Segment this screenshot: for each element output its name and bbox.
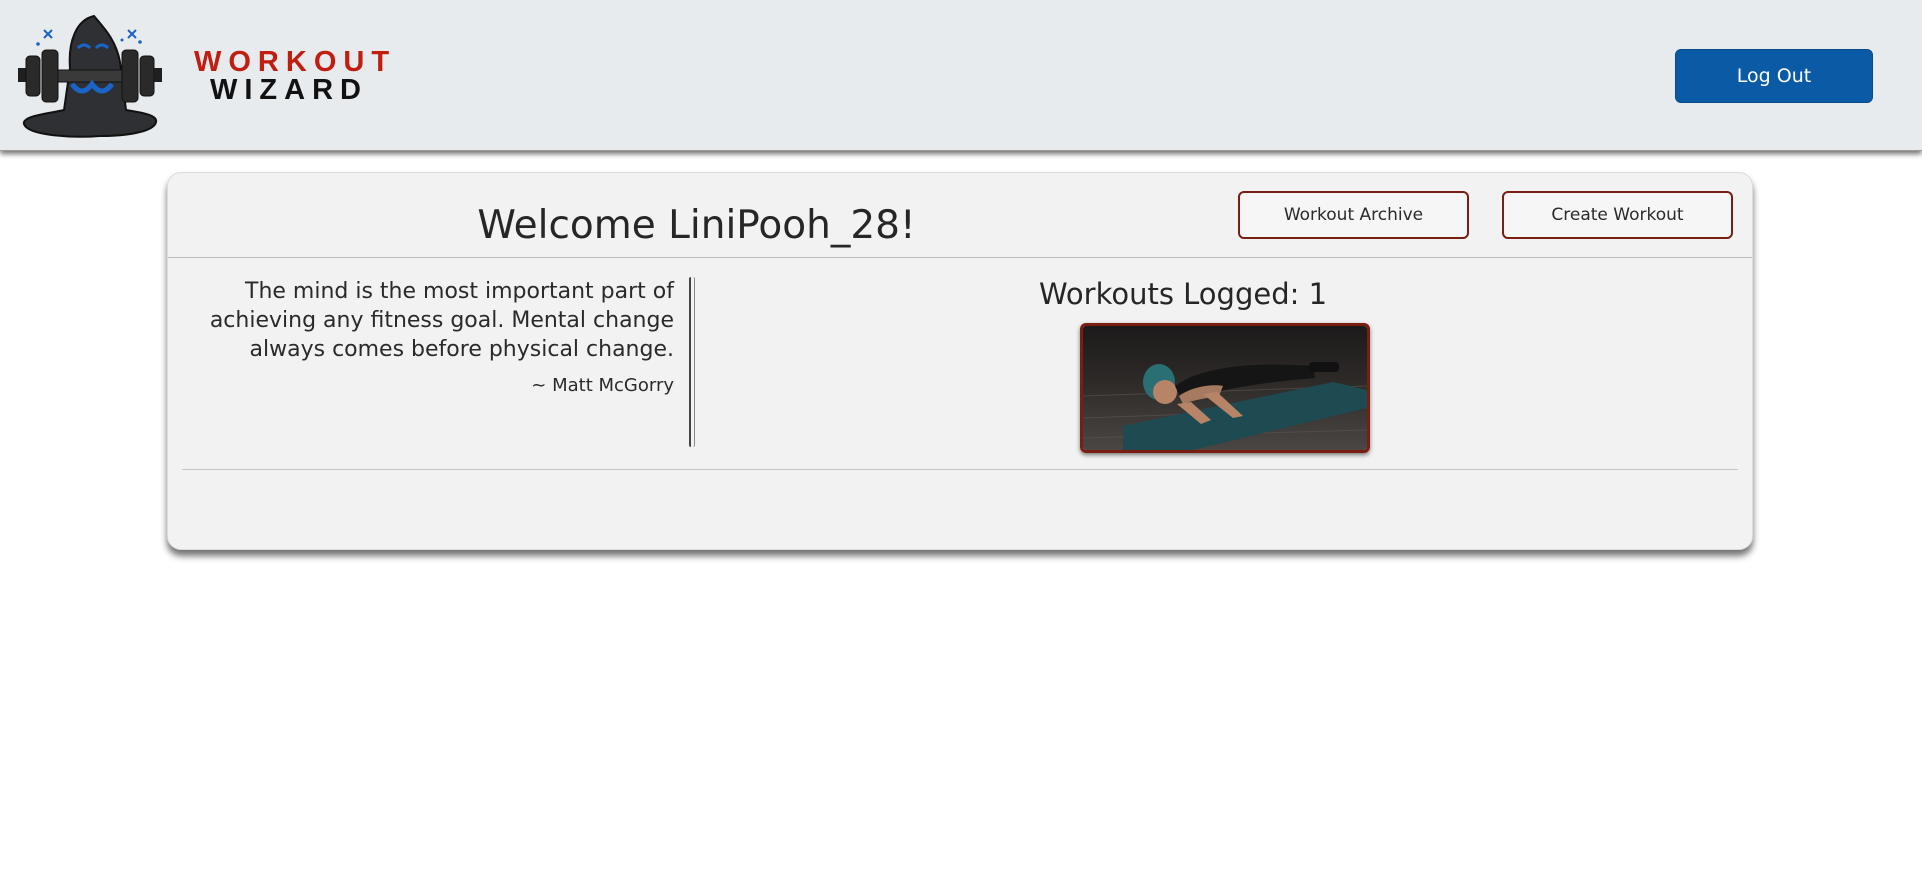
navbar: WORKOUT WIZARD Log Out <box>0 0 1922 151</box>
wizard-hat-dumbbell-icon <box>18 14 162 138</box>
dashboard-card: Welcome LiniPooh_28! Workout Archive Cre… <box>167 172 1753 550</box>
quote-text: The mind is the most important part of a… <box>209 279 674 362</box>
header-divider <box>168 257 1752 258</box>
workout-wizard-logo[interactable]: WORKOUT WIZARD <box>16 12 389 140</box>
welcome-heading: Welcome LiniPooh_28! <box>477 203 916 248</box>
content-divider <box>182 469 1738 470</box>
logo-wordmark: WORKOUT WIZARD <box>194 46 397 106</box>
workout-archive-button[interactable]: Workout Archive <box>1238 191 1469 239</box>
workouts-logged-count: Workouts Logged: 1 <box>1038 277 1328 311</box>
quote-divider <box>689 277 695 447</box>
logo-line-workout: WORKOUT <box>194 46 397 78</box>
workout-thumbnail[interactable] <box>1080 323 1370 453</box>
logout-button[interactable]: Log Out <box>1675 49 1873 103</box>
pushup-photo-image <box>1083 326 1367 450</box>
quote-author: ~ Matt McGorry <box>531 375 674 396</box>
create-workout-button[interactable]: Create Workout <box>1502 191 1733 239</box>
logo-line-wizard: WIZARD <box>210 74 368 106</box>
